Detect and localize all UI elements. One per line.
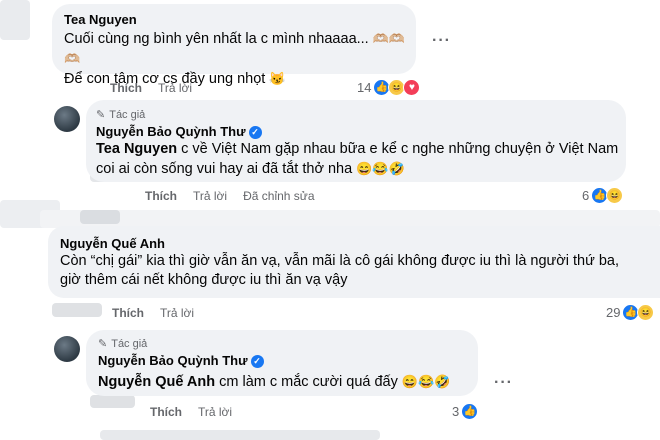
emoji: 😄😂🤣 bbox=[356, 161, 405, 176]
like-button[interactable]: Thích bbox=[110, 81, 142, 95]
comment-line: Cuối cùng ng bình yên nhất la c mình nha… bbox=[64, 31, 369, 47]
emoji: 😄😂🤣 bbox=[401, 374, 451, 389]
pencil-icon: ✎ bbox=[96, 109, 106, 121]
commenter-name-text: Nguyễn Bảo Quỳnh Thư bbox=[98, 353, 248, 368]
comment-line: cm làm c mắc cười quá đấy bbox=[219, 374, 398, 390]
avatar[interactable] bbox=[54, 106, 80, 132]
commenter-name[interactable]: Nguyễn Quế Anh bbox=[60, 236, 165, 251]
reaction-count: 14 bbox=[357, 80, 372, 95]
like-button[interactable]: Thích bbox=[150, 405, 182, 419]
more-options-icon[interactable]: ··· bbox=[494, 374, 513, 392]
love-reaction-icon: ♥ bbox=[403, 79, 421, 96]
commenter-name[interactable]: Nguyễn Bảo Quỳnh Thư ✓ bbox=[96, 124, 262, 140]
reaction-summary[interactable]: 6 👍 😆 bbox=[582, 187, 624, 204]
emoji: 😼 bbox=[269, 71, 286, 86]
blurred-area bbox=[80, 210, 120, 224]
reaction-count: 6 bbox=[582, 188, 590, 203]
reaction-count: 29 bbox=[606, 305, 621, 320]
blurred-area bbox=[0, 0, 30, 40]
verified-badge-icon: ✓ bbox=[248, 126, 262, 140]
mention-link[interactable]: Tea Nguyen bbox=[96, 141, 177, 157]
comment-actions: Thích Trả lời Đã chỉnh sửa bbox=[145, 189, 315, 203]
reply-button[interactable]: Trả lời bbox=[160, 306, 194, 320]
comment-text: Còn “chị gái” kia thì giờ vẫn ăn vạ, vẫn… bbox=[60, 252, 658, 290]
edited-label[interactable]: Đã chỉnh sửa bbox=[243, 189, 314, 203]
commenter-name[interactable]: Nguyễn Bảo Quỳnh Thư ✓ bbox=[98, 353, 264, 369]
comment-line: coi ai còn sống vui hay ai đã tắt thở nh… bbox=[96, 161, 353, 177]
author-tag: ✎ Tác giả bbox=[96, 108, 146, 122]
reply-button[interactable]: Trả lời bbox=[198, 405, 232, 419]
reply-button[interactable]: Trả lời bbox=[193, 189, 227, 203]
pencil-icon: ✎ bbox=[98, 338, 108, 350]
blurred-area bbox=[100, 430, 380, 440]
comment-actions: Thích Trả lời bbox=[110, 81, 192, 95]
comment-line: c về Việt Nam gặp nhau bữa e kể c nghe n… bbox=[181, 141, 619, 157]
author-tag-label: Tác giả bbox=[109, 108, 146, 121]
reaction-summary[interactable]: 29 👍 😆 bbox=[606, 304, 655, 321]
like-button[interactable]: Thích bbox=[145, 189, 177, 203]
blurred-area bbox=[90, 395, 135, 408]
like-reaction-icon: 👍 bbox=[461, 403, 479, 420]
haha-reaction-icon: 😆 bbox=[637, 304, 655, 321]
comment-actions: Thích Trả lời bbox=[150, 405, 232, 419]
reply-button[interactable]: Trả lời bbox=[158, 81, 192, 95]
reaction-count: 3 bbox=[452, 404, 460, 419]
like-button[interactable]: Thích bbox=[112, 306, 144, 320]
comment-text: Nguyễn Quế Anh cm làm c mắc cười quá đấy… bbox=[98, 372, 478, 392]
commenter-name[interactable]: Tea Nguyen bbox=[64, 12, 137, 27]
reaction-summary[interactable]: 14 👍 😆 ♥ bbox=[357, 79, 421, 96]
author-tag-label: Tác giả bbox=[111, 337, 148, 350]
commenter-name-text: Nguyễn Bảo Quỳnh Thư bbox=[96, 124, 246, 139]
verified-badge-icon: ✓ bbox=[250, 355, 264, 369]
reaction-summary[interactable]: 3 👍 bbox=[452, 403, 479, 420]
comment-actions: Thích Trả lời bbox=[112, 306, 194, 320]
haha-reaction-icon: 😆 bbox=[606, 187, 624, 204]
comment-line: Còn “chị gái” kia thì giờ vẫn ăn vạ, vẫn… bbox=[60, 253, 619, 269]
comment-text: Tea Nguyen c về Việt Nam gặp nhau bữa e … bbox=[96, 140, 621, 179]
more-options-icon[interactable]: ··· bbox=[432, 32, 451, 50]
mention-link[interactable]: Nguyễn Quế Anh bbox=[98, 374, 215, 390]
avatar[interactable] bbox=[54, 336, 80, 362]
blurred-area bbox=[52, 303, 102, 317]
author-tag: ✎ Tác giả bbox=[98, 337, 148, 351]
comment-line: giờ thêm cái nết không được iu thì ăn vạ… bbox=[60, 272, 348, 288]
